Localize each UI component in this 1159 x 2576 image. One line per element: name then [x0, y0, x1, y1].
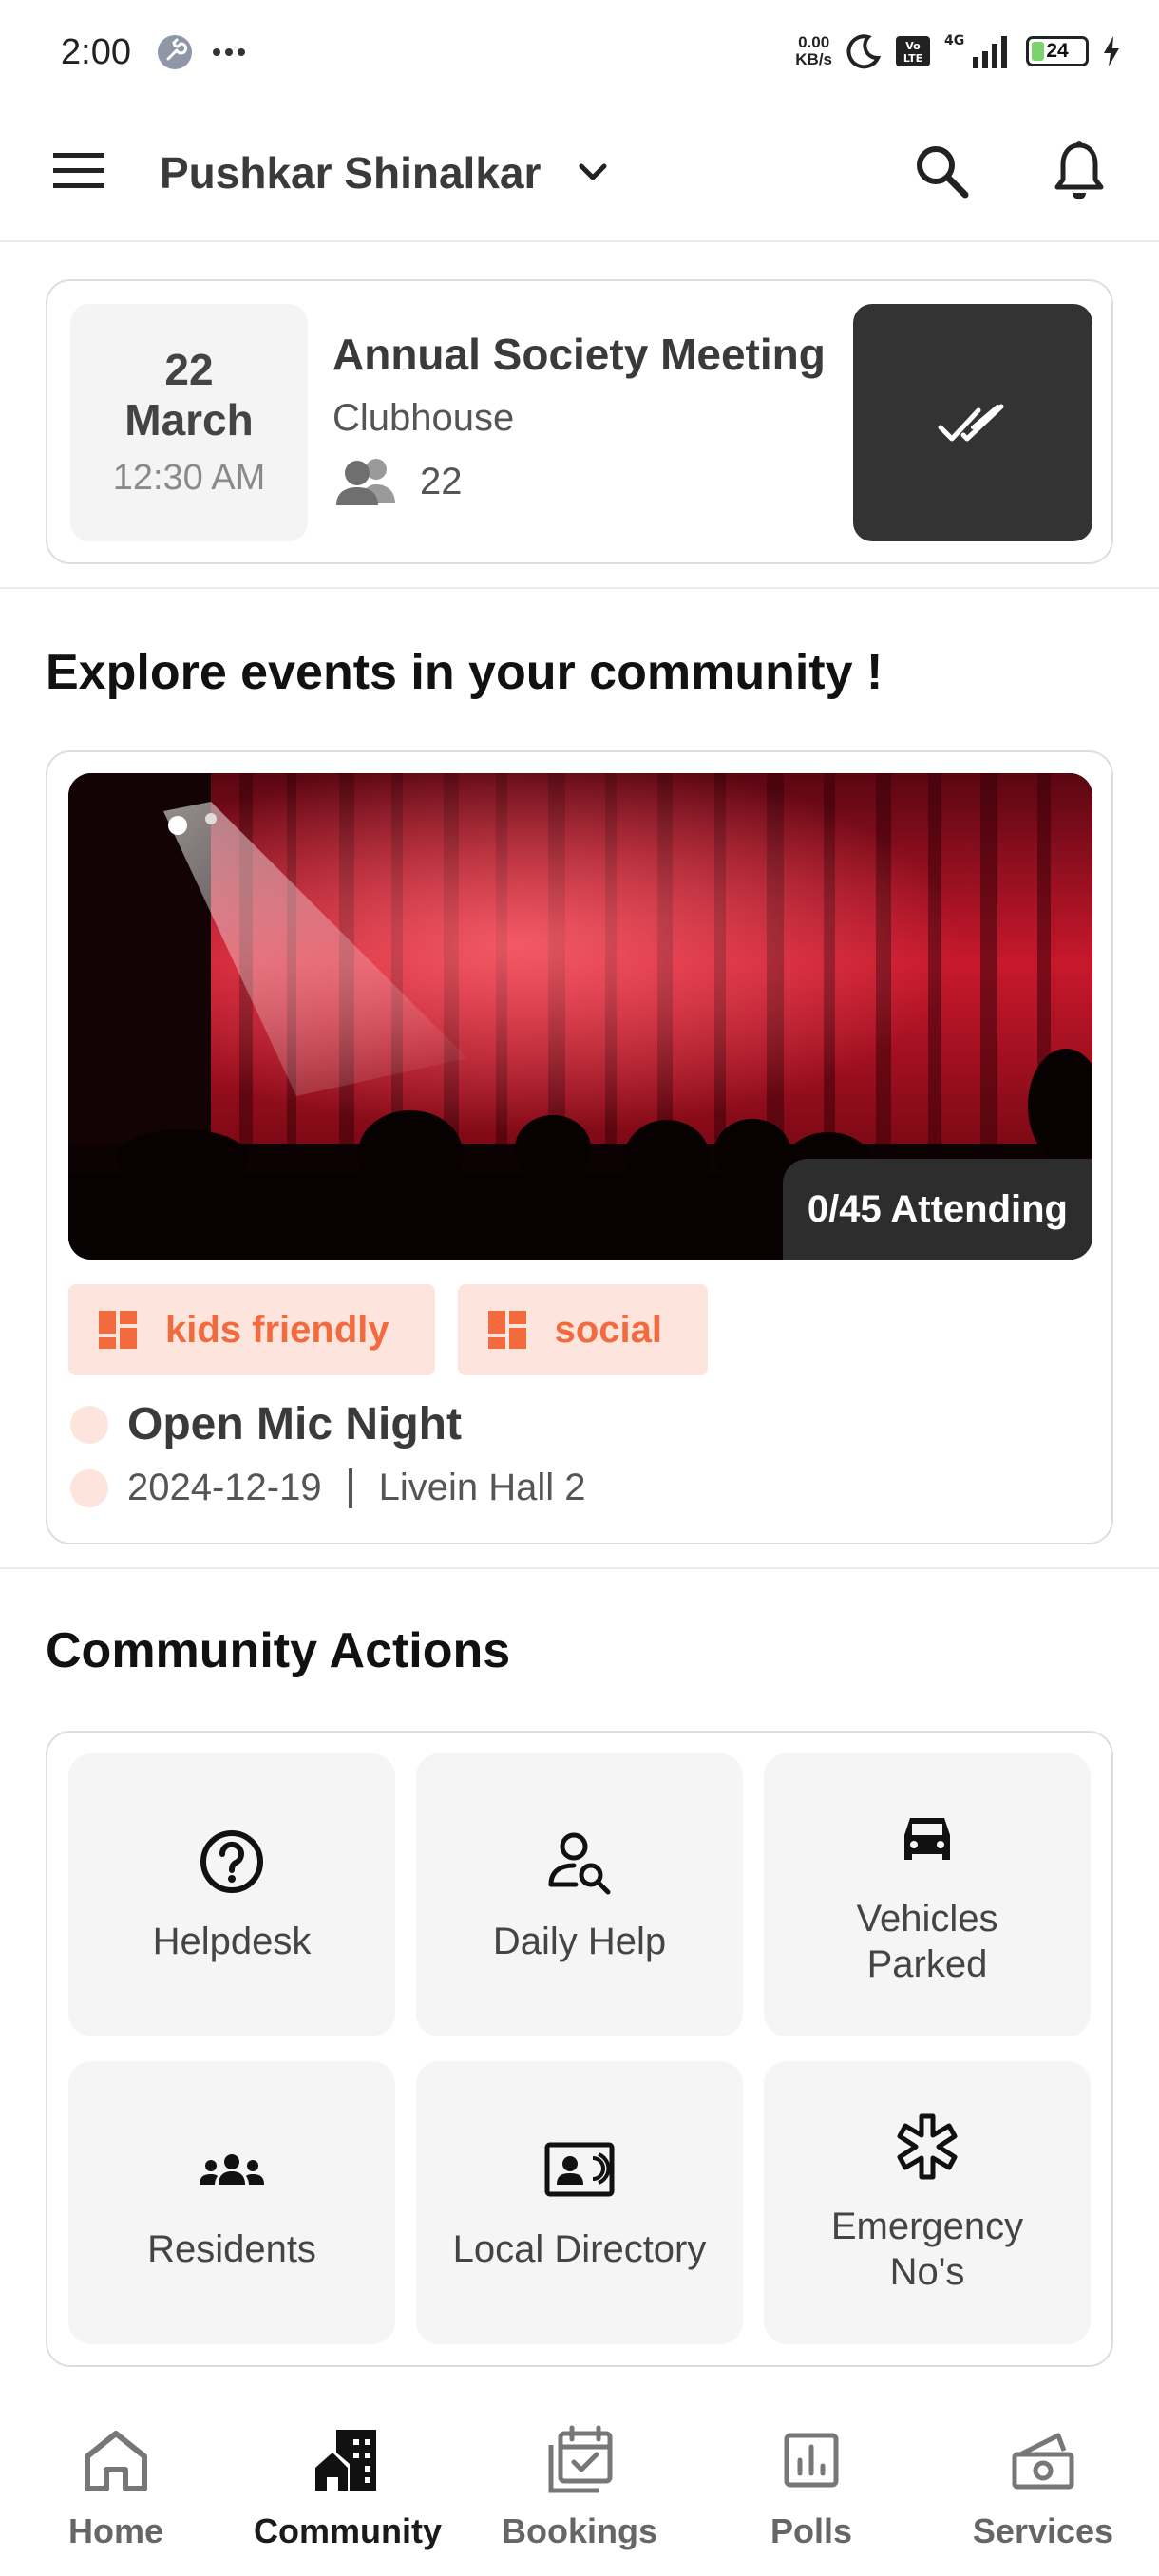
home-icon	[85, 2431, 147, 2491]
event-tag-label: social	[554, 1308, 663, 1351]
actions-card: Helpdesk Daily Help Vehicles Parked Resi…	[46, 1731, 1113, 2367]
category-grid-icon	[99, 1311, 137, 1349]
action-vehicles-parked[interactable]: Vehicles Parked	[764, 1753, 1091, 2036]
society-selector[interactable]: Pushkar Shinalkar	[160, 147, 541, 199]
event-location: Livein Hall 2	[378, 1467, 586, 1508]
rsvp-confirm-button[interactable]	[853, 304, 1092, 541]
meeting-time: 12:30 AM	[112, 458, 266, 498]
medical-asterisk-icon	[897, 2113, 958, 2180]
moon-icon	[846, 34, 882, 69]
battery-level: 24	[1046, 40, 1069, 62]
more-dots-icon	[213, 48, 245, 56]
event-image: 0/45 Attending	[68, 773, 1092, 1260]
nav-polls[interactable]: Polls	[695, 2413, 927, 2576]
actions-section-title: Community Actions	[46, 1623, 511, 1678]
svg-text:4G: 4G	[944, 33, 964, 48]
app-header: Pushkar Shinalkar	[0, 100, 1159, 242]
charging-bolt-icon	[1104, 36, 1119, 66]
bottom-nav: Home Community Bookings Polls Services	[0, 2413, 1159, 2576]
people-icon	[336, 459, 395, 505]
action-daily-help[interactable]: Daily Help	[416, 1753, 743, 2036]
signal-4g-icon: 4G	[944, 33, 1007, 68]
community-icon	[315, 2430, 376, 2491]
event-card[interactable]: 0/45 Attending kids friendly social Open…	[46, 750, 1113, 1544]
contact-card-icon	[544, 2142, 615, 2197]
event-date: 2024-12-19	[127, 1467, 322, 1508]
nav-label: Community	[254, 2511, 442, 2550]
action-label-line: No's	[889, 2251, 965, 2293]
events-section-title: Explore events in your community !	[46, 645, 884, 700]
search-icon[interactable]	[912, 142, 971, 200]
person-search-icon	[548, 1832, 611, 1895]
meeting-month: March	[124, 395, 254, 445]
meeting-venue: Clubhouse	[332, 397, 515, 439]
volte-icon: Vo LTE	[896, 36, 930, 66]
action-emergency-numbers[interactable]: Emergency No's	[764, 2061, 1091, 2344]
event-tag: social	[457, 1284, 709, 1375]
event-title: Open Mic Night	[127, 1399, 462, 1449]
action-label: Daily Help	[492, 1921, 667, 1962]
nav-bookings[interactable]: Bookings	[464, 2413, 695, 2576]
nav-label: Services	[972, 2511, 1114, 2550]
action-label: Emergency No's	[831, 2204, 1023, 2295]
network-speed: 0.00 KB/s	[795, 34, 832, 68]
meeting-date-box: 22 March 12:30 AM	[70, 304, 308, 541]
group-icon	[200, 2154, 264, 2185]
network-speed-value: 0.00	[798, 33, 830, 51]
divider	[0, 1567, 1159, 1569]
double-check-icon	[938, 404, 1004, 442]
action-residents[interactable]: Residents	[68, 2061, 395, 2344]
nav-label: Polls	[770, 2511, 853, 2550]
services-icon	[1012, 2433, 1074, 2490]
nav-services[interactable]: Services	[927, 2413, 1159, 2576]
battery-icon: 24	[1026, 36, 1089, 66]
action-label-line: Parked	[866, 1943, 988, 1985]
action-local-directory[interactable]: Local Directory	[416, 2061, 743, 2344]
event-tags: kids friendly social	[68, 1284, 709, 1375]
event-meta-dot	[70, 1468, 108, 1507]
svg-text:Vo: Vo	[905, 40, 921, 52]
svg-text:LTE: LTE	[903, 52, 922, 65]
event-tag-label: kids friendly	[165, 1308, 390, 1351]
help-circle-icon	[200, 1830, 263, 1893]
category-grid-icon	[487, 1311, 526, 1349]
nav-community[interactable]: Community	[232, 2413, 464, 2576]
bell-icon[interactable]	[1051, 140, 1108, 202]
meta-separator	[348, 1468, 352, 1508]
status-time: 2:00	[61, 32, 131, 72]
meeting-day: 22	[164, 345, 214, 394]
menu-icon[interactable]	[51, 149, 106, 193]
network-speed-unit: KB/s	[795, 50, 832, 68]
wrench-notification-icon	[158, 35, 192, 69]
status-bar: 2:00 0.00 KB/s Vo LTE 4G 24	[0, 0, 1159, 100]
action-label: Helpdesk	[152, 1921, 312, 1962]
event-title-dot	[70, 1405, 108, 1444]
chevron-down-icon[interactable]	[574, 153, 612, 191]
action-helpdesk[interactable]: Helpdesk	[68, 1753, 395, 2036]
action-label-line: Emergency	[830, 2206, 1024, 2247]
nav-home[interactable]: Home	[0, 2413, 232, 2576]
divider	[0, 587, 1159, 589]
attending-badge: 0/45 Attending	[782, 1159, 1092, 1260]
action-label: Residents	[147, 2228, 316, 2270]
nav-label: Home	[67, 2511, 164, 2550]
car-icon	[904, 1818, 950, 1860]
action-label: Local Directory	[452, 2228, 707, 2270]
calendar-check-icon	[548, 2425, 613, 2493]
meeting-attendee-count: 22	[420, 460, 463, 502]
nav-label: Bookings	[501, 2511, 657, 2550]
action-label: Vehicles Parked	[857, 1896, 998, 1987]
meeting-title: Annual Society Meeting	[332, 330, 826, 379]
action-label-line: Vehicles	[856, 1898, 998, 1940]
poll-icon	[784, 2433, 839, 2488]
meeting-card[interactable]: 22 March 12:30 AM Annual Society Meeting…	[46, 279, 1113, 564]
event-tag: kids friendly	[68, 1284, 435, 1375]
